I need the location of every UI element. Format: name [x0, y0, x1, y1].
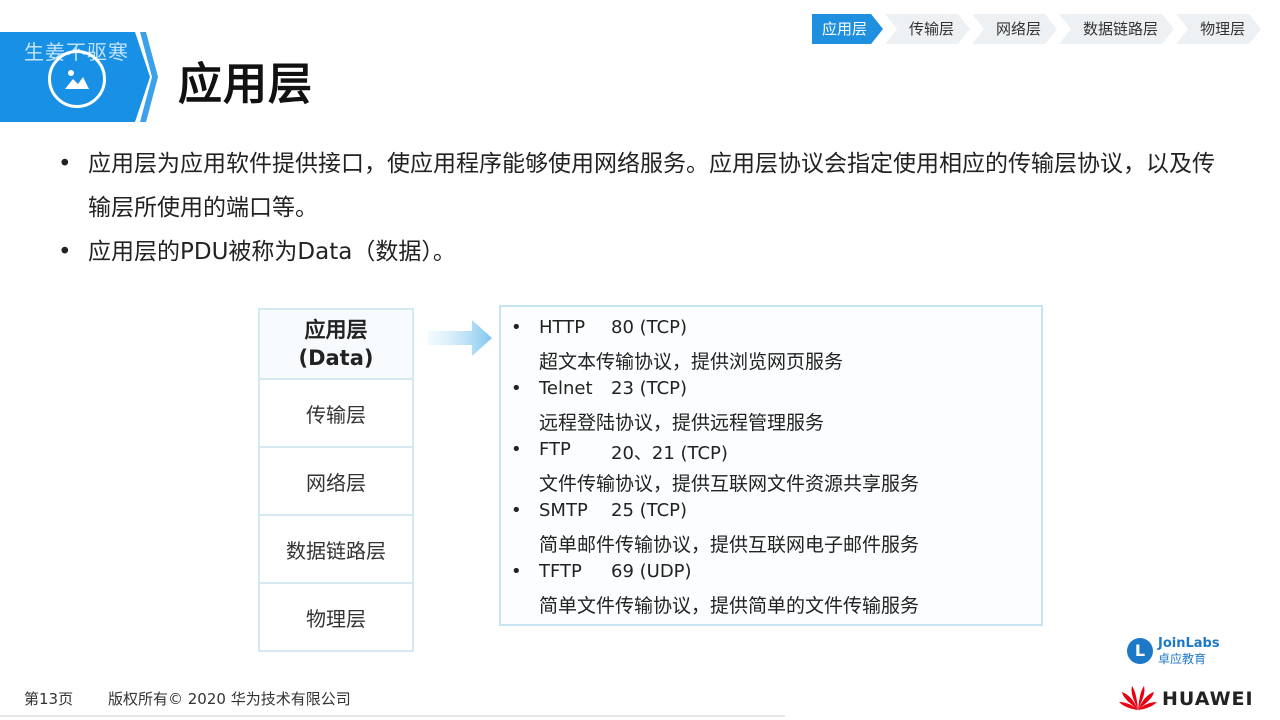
bullet-list: 应用层为应用软件提供接口，使应用程序能够使用网络服务。应用层协议会指定使用相应的… [58, 142, 1228, 274]
layer-datalink: 数据链路层 [260, 514, 412, 582]
joinlabs-logo-icon: L [1127, 638, 1153, 664]
layer-application-label: 应用层 [304, 318, 368, 342]
huawei-logo-icon [1119, 686, 1157, 710]
bullet-item: 应用层为应用软件提供接口，使应用程序能够使用网络服务。应用层协议会指定使用相应的… [58, 142, 1228, 230]
protocol-port: 25 (TCP) [611, 500, 688, 521]
protocol-desc: 远程登陆协议，提供远程管理服务 [539, 412, 825, 434]
layer-application-pdu: (Data) [298, 346, 374, 370]
protocol-name: SMTP [539, 500, 588, 521]
joinlabs-brand: L JoinLabs 卓应教育 [1127, 636, 1227, 666]
breadcrumb-item-application[interactable]: 应用层 [812, 14, 883, 44]
huawei-wordmark: HUAWEI [1162, 688, 1254, 710]
page-title: 应用层 [178, 59, 313, 110]
protocol-name: HTTP [539, 317, 586, 338]
layer-transport: 传输层 [260, 378, 412, 446]
joinlabs-name-cn: 卓应教育 [1158, 652, 1207, 666]
breadcrumb-item-transport[interactable]: 传输层 [885, 14, 970, 44]
bullet-dot: • [511, 439, 522, 460]
protocol-port: 80 (TCP) [611, 317, 688, 338]
breadcrumb-item-physical[interactable]: 物理层 [1176, 14, 1261, 44]
breadcrumb: 应用层 传输层 网络层 数据链路层 物理层 [812, 14, 1263, 44]
breadcrumb-item-network[interactable]: 网络层 [972, 14, 1057, 44]
protocol-name: Telnet [539, 378, 593, 399]
bullet-dot: • [511, 378, 522, 399]
bullet-dot: • [511, 500, 522, 521]
protocol-desc: 简单邮件传输协议，提供互联网电子邮件服务 [539, 534, 920, 556]
image-icon [48, 50, 106, 108]
protocol-desc: 文件传输协议，提供互联网文件资源共享服务 [539, 473, 920, 495]
layer-application: 应用层 (Data) [260, 310, 412, 378]
layer-stack: 应用层 (Data) 传输层 网络层 数据链路层 物理层 [258, 308, 414, 652]
joinlabs-name-en: JoinLabs [1158, 636, 1220, 651]
huawei-brand: HUAWEI [1118, 682, 1258, 712]
copyright-text: 版权所有© 2020 华为技术有限公司 [108, 690, 351, 708]
protocol-port: 20、21 (TCP) [611, 443, 728, 464]
protocol-name: FTP [539, 439, 571, 460]
protocol-name: TFTP [539, 561, 582, 582]
protocol-desc: 简单文件传输协议，提供简单的文件传输服务 [539, 595, 920, 617]
protocol-desc: 超文本传输协议，提供浏览网页服务 [539, 351, 844, 373]
bullet-dot: • [511, 317, 522, 338]
footer-divider [0, 715, 785, 717]
layer-network: 网络层 [260, 446, 412, 514]
breadcrumb-item-datalink[interactable]: 数据链路层 [1059, 14, 1174, 44]
bullet-item: 应用层的PDU被称为Data（数据）。 [58, 230, 1228, 274]
protocol-port: 69 (UDP) [611, 561, 692, 582]
arrow-right-icon [428, 316, 494, 364]
page-number: 第13页 [24, 690, 74, 708]
protocol-list-box: • HTTP 80 (TCP) 超文本传输协议，提供浏览网页服务 • Telne… [499, 305, 1043, 626]
layer-physical: 物理层 [260, 582, 412, 650]
bullet-dot: • [511, 561, 522, 582]
protocol-port: 23 (TCP) [611, 378, 688, 399]
